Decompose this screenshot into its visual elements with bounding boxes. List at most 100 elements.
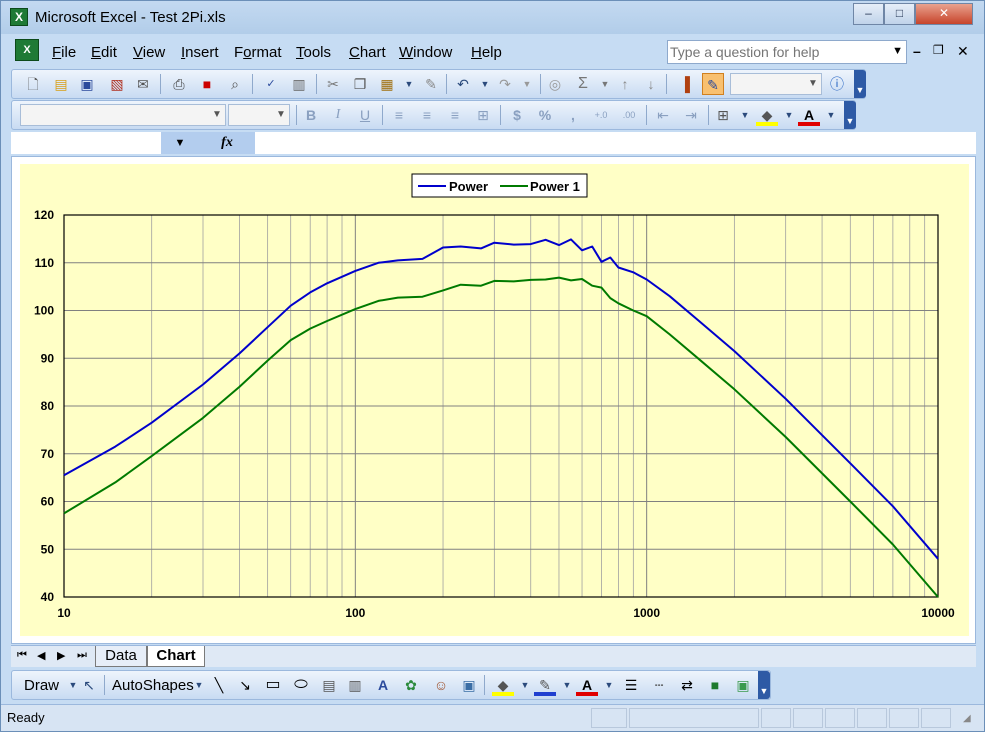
align-left-icon[interactable]: ≡ — [388, 104, 410, 126]
merge-center-icon[interactable]: ⊞ — [472, 104, 494, 126]
font-color-button[interactable]: A — [798, 104, 820, 126]
font-name-combo[interactable]: ▼ — [20, 104, 226, 126]
decrease-decimal-button[interactable]: .00 — [618, 104, 640, 126]
bold-button[interactable]: B — [300, 104, 322, 126]
doc-minimize-button[interactable]: – — [913, 43, 921, 59]
comma-button[interactable]: , — [562, 104, 584, 126]
font-color-button-draw[interactable]: A — [576, 674, 598, 696]
increase-decimal-button[interactable]: +.0 — [590, 104, 612, 126]
picture-icon[interactable]: ▣ — [458, 674, 480, 696]
chart-area[interactable]: 120 110 100 90 80 70 60 50 40 10 100 1000 10000 Pow… — [20, 164, 969, 636]
minimize-button[interactable]: – — [853, 3, 884, 25]
chevron-down-icon[interactable]: ▼ — [161, 132, 199, 154]
autoshapes-menu-button[interactable]: AutoShapes — [112, 677, 194, 694]
chevron-down-icon[interactable]: ▼ — [805, 74, 821, 94]
toolbar-options-icon[interactable]: ▼ — [758, 671, 770, 699]
permission-icon[interactable]: ▧ — [106, 73, 128, 95]
save-icon[interactable]: ▣ — [76, 73, 98, 95]
fill-dropdown-icon[interactable]: ▼ — [778, 104, 800, 126]
autoshapes-dropdown-icon[interactable]: ▼ — [188, 674, 210, 696]
resize-grip-icon[interactable]: ◢ — [963, 713, 971, 724]
decrease-indent-icon[interactable]: ⇤ — [652, 104, 674, 126]
format-painter-icon[interactable]: ✎ — [420, 73, 442, 95]
arrow-tool-icon[interactable]: ↘ — [234, 674, 256, 696]
formula-input[interactable] — [255, 132, 976, 154]
menu-help[interactable]: Help — [471, 44, 502, 61]
maximize-button[interactable]: □ — [884, 3, 915, 25]
spelling-icon[interactable]: ✓ — [260, 73, 282, 95]
draw-menu-button[interactable]: Draw — [24, 677, 59, 694]
new-icon[interactable]: 🗋 — [22, 73, 44, 95]
select-pointer-icon[interactable]: ↖ — [78, 674, 100, 696]
prev-sheet-icon[interactable]: ◀ — [37, 649, 45, 662]
name-box[interactable] — [11, 132, 161, 154]
first-sheet-icon[interactable]: ⏮ — [17, 649, 27, 662]
help-search-input[interactable] — [670, 42, 885, 62]
fill-color-icon[interactable]: ◆ — [492, 674, 514, 696]
fill-color-icon[interactable]: ◆ — [756, 104, 778, 126]
redo-icon[interactable]: ↷ — [494, 73, 516, 95]
font-size-combo[interactable]: ▼ — [228, 104, 290, 126]
help-icon[interactable]: ⓘ — [826, 73, 848, 95]
sort-descending-icon[interactable]: ↓ — [640, 73, 662, 95]
oval-tool-icon[interactable]: ⬭ — [290, 674, 312, 696]
vertical-textbox-icon[interactable]: ▥ — [344, 674, 366, 696]
legend[interactable]: Power Power 1 — [411, 173, 588, 198]
toolbar-options-icon[interactable]: ▼ — [854, 70, 866, 98]
shadow-style-icon[interactable]: ■ — [704, 674, 726, 696]
underline-button[interactable]: U — [354, 104, 376, 126]
line-color-dropdown-icon[interactable]: ▼ — [556, 674, 578, 696]
doc-restore-button[interactable]: ❐ — [933, 43, 944, 57]
chart-wizard-icon[interactable]: ▐ — [674, 73, 696, 95]
currency-button[interactable]: $ — [506, 104, 528, 126]
drawing-icon[interactable]: ✎ — [702, 73, 724, 95]
font-color-dropdown-icon[interactable]: ▼ — [598, 674, 620, 696]
research-icon[interactable]: ■ — [196, 73, 218, 95]
line-style-icon[interactable]: ☰ — [620, 674, 642, 696]
rectangle-tool-icon[interactable]: ▭ — [262, 674, 284, 696]
arrow-style-icon[interactable]: ⇄ — [676, 674, 698, 696]
percent-button[interactable]: % — [534, 104, 556, 126]
borders-dropdown-icon[interactable]: ▼ — [734, 104, 756, 126]
paste-icon[interactable]: ▦ — [376, 73, 398, 95]
copy-icon[interactable]: ❐ — [349, 73, 371, 95]
menu-insert[interactable]: Insert — [181, 44, 219, 61]
undo-dropdown-icon[interactable]: ▼ — [474, 73, 496, 95]
line-tool-icon[interactable]: ╲ — [208, 674, 230, 696]
font-color-dropdown-icon[interactable]: ▼ — [820, 104, 842, 126]
fill-dropdown-icon[interactable]: ▼ — [514, 674, 536, 696]
tab-chart[interactable]: Chart — [147, 646, 205, 667]
menu-window[interactable]: Window — [399, 44, 452, 61]
autosum-dropdown-icon[interactable]: ▼ — [594, 73, 616, 95]
chevron-down-icon[interactable]: ▼ — [273, 105, 289, 125]
excel-app-icon[interactable]: X — [10, 8, 28, 26]
workbook-icon[interactable]: X — [15, 39, 39, 61]
insert-function-button[interactable]: fx — [199, 132, 255, 154]
menu-view[interactable]: View — [133, 44, 165, 61]
paste-dropdown-icon[interactable]: ▼ — [398, 73, 420, 95]
line-color-icon[interactable]: ✎ — [534, 674, 556, 696]
menu-tools[interactable]: Tools — [296, 44, 331, 61]
wordart-icon[interactable]: A — [372, 674, 394, 696]
research-book-icon[interactable]: ▥ — [288, 73, 310, 95]
close-button[interactable]: ✕ — [915, 3, 973, 25]
cut-icon[interactable]: ✂ — [322, 73, 344, 95]
increase-indent-icon[interactable]: ⇥ — [680, 104, 702, 126]
next-sheet-icon[interactable]: ▶ — [57, 649, 65, 662]
align-right-icon[interactable]: ≡ — [444, 104, 466, 126]
menu-chart[interactable]: Chart — [349, 44, 386, 61]
print-preview-icon[interactable]: ⌕ — [224, 73, 246, 95]
textbox-icon[interactable]: ▤ — [318, 674, 340, 696]
menu-file[interactable]: File — [52, 44, 76, 61]
italic-button[interactable]: I — [327, 104, 349, 126]
borders-icon[interactable]: ⊞ — [712, 104, 734, 126]
email-icon[interactable]: ✉ — [132, 73, 154, 95]
help-search-box[interactable]: ▼ — [667, 40, 907, 64]
hyperlink-icon[interactable]: ◎ — [544, 73, 566, 95]
chevron-down-icon[interactable]: ▼ — [892, 45, 903, 57]
menu-edit[interactable]: Edit — [91, 44, 117, 61]
tab-data[interactable]: Data — [95, 646, 147, 667]
undo-icon[interactable]: ↶ — [452, 73, 474, 95]
toolbar-options-icon[interactable]: ▼ — [844, 101, 856, 129]
menu-format[interactable]: Format — [234, 44, 282, 61]
